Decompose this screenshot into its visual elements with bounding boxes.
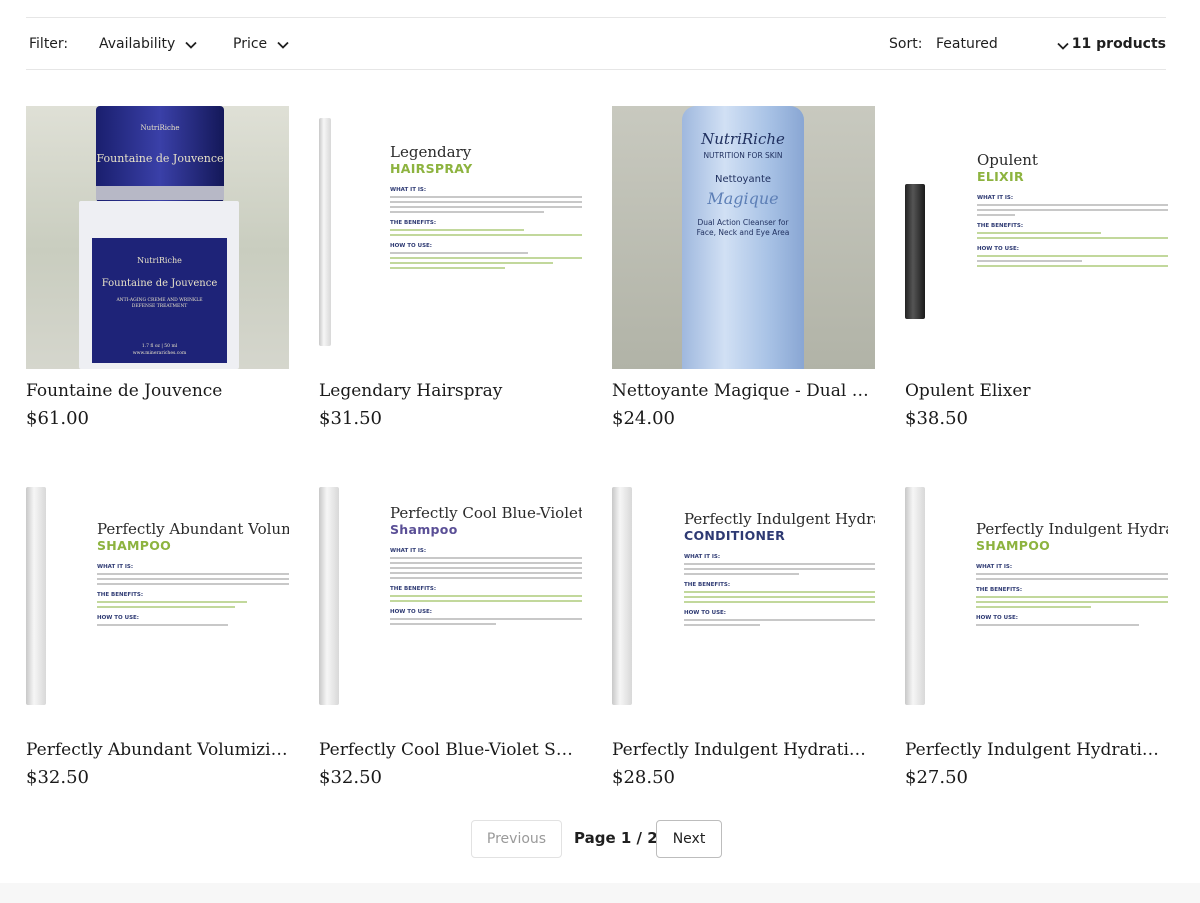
image-section-label: WHAT IT IS: <box>684 554 721 560</box>
image-heading: Perfectly Cool Blue-Violet <box>390 505 582 522</box>
product-title[interactable]: Perfectly Indulgent Hydrating C… <box>612 740 875 760</box>
product-title[interactable]: Fountaine de Jouvence <box>26 381 289 401</box>
box-url-text: www.minerariches.com <box>132 351 187 356</box>
bottle-name-text: Nettoyante <box>714 174 772 185</box>
jar-brand-text: NutriRiche <box>140 124 180 132</box>
box-brand-text: NutriRiche <box>137 256 182 265</box>
product-title[interactable]: Perfectly Abundant Volumizing … <box>26 740 289 760</box>
image-section-label: WHAT IT IS: <box>977 195 1014 201</box>
bottle-tag-text: NUTRITION FOR SKIN <box>703 151 783 160</box>
image-heading: Perfectly Indulgent Hydrating <box>684 511 875 528</box>
sort-select[interactable]: Featured <box>936 18 1070 70</box>
availability-filter-label: Availability <box>99 36 176 52</box>
product-image[interactable]: Opulent ELIXIR WHAT IT IS: THE BENEFITS:… <box>905 106 1168 369</box>
image-section-label: HOW TO USE: <box>684 610 726 616</box>
image-subheading: CONDITIONER <box>684 528 786 543</box>
image-section-label: HOW TO USE: <box>977 246 1019 252</box>
image-heading: Perfectly Abundant Volumizin <box>97 521 289 538</box>
product-image[interactable]: Perfectly Cool Blue-Violet Shampoo WHAT … <box>319 465 582 728</box>
chevron-down-icon <box>184 38 198 52</box>
image-section-label: THE BENEFITS: <box>976 587 1023 593</box>
image-subheading: Shampoo <box>390 522 458 537</box>
next-page-button[interactable]: Next <box>656 820 722 858</box>
image-subheading: ELIXIR <box>977 169 1024 184</box>
product-price: $32.50 <box>26 767 89 788</box>
box-name-text: Fountaine de Jouvence <box>101 278 218 289</box>
image-heading: Opulent <box>977 151 1038 169</box>
image-section-label: HOW TO USE: <box>976 615 1018 621</box>
jar-name-text: Fountaine de Jouvence <box>96 152 224 165</box>
product-title[interactable]: Opulent Elixer <box>905 381 1168 401</box>
box-sub-text: ANTI-AGING CREME AND WRINKLE DEFENSE TRE… <box>116 298 203 309</box>
image-heading: Legendary <box>390 143 472 161</box>
product-card[interactable]: Opulent ELIXIR WHAT IT IS: THE BENEFITS:… <box>905 106 1168 429</box>
product-title[interactable]: Nettoyante Magique - Dual Acti… <box>612 381 875 401</box>
product-card[interactable]: Perfectly Abundant Volumizin SHAMPOO WHA… <box>26 465 289 788</box>
image-section-label: HOW TO USE: <box>97 615 139 621</box>
filter-label: Filter: <box>29 36 69 52</box>
image-subheading: SHAMPOO <box>976 538 1051 553</box>
product-card[interactable]: Perfectly Cool Blue-Violet Shampoo WHAT … <box>319 465 582 788</box>
product-image[interactable]: Perfectly Abundant Volumizin SHAMPOO WHA… <box>26 465 289 728</box>
product-image[interactable]: Perfectly Indulgent Hydrating SHAMPOO WH… <box>905 465 1168 728</box>
product-price: $31.50 <box>319 408 382 429</box>
product-image[interactable]: NutriRiche Fountaine de Jouvence NutriRi… <box>26 106 289 369</box>
image-section-label: HOW TO USE: <box>390 243 432 249</box>
chevron-down-icon <box>276 38 290 52</box>
product-count: 11 products <box>1071 36 1166 52</box>
product-card[interactable]: Perfectly Indulgent Hydrating CONDITIONE… <box>612 465 875 788</box>
sort-label: Sort: <box>889 36 923 52</box>
bottle-brand-text: NutriRiche <box>701 130 785 148</box>
image-section-label: THE BENEFITS: <box>684 582 731 588</box>
image-section-label: THE BENEFITS: <box>97 592 144 598</box>
image-section-label: WHAT IT IS: <box>390 187 427 193</box>
image-section-label: THE BENEFITS: <box>977 223 1024 229</box>
pagination: Previous Page 1 / 2 Next <box>0 820 1200 858</box>
filter-sort-bar: Filter: Availability Price Sort: Feature… <box>26 17 1166 70</box>
product-title[interactable]: Perfectly Indulgent Hydrating S… <box>905 740 1168 760</box>
bottle-script-text: Magique <box>707 189 779 208</box>
product-image[interactable]: Perfectly Indulgent Hydrating CONDITIONE… <box>612 465 875 728</box>
product-card[interactable]: NutriRiche NUTRITION FOR SKIN Nettoyante… <box>612 106 875 429</box>
image-subheading: HAIRSPRAY <box>390 161 473 176</box>
image-section-label: HOW TO USE: <box>390 609 432 615</box>
product-price: $24.00 <box>612 408 675 429</box>
image-section-label: WHAT IT IS: <box>390 548 427 554</box>
previous-page-button[interactable]: Previous <box>471 820 562 858</box>
product-card[interactable]: NutriRiche Fountaine de Jouvence NutriRi… <box>26 106 289 429</box>
price-filter-label: Price <box>233 36 268 52</box>
product-price: $27.50 <box>905 767 968 788</box>
availability-filter-dropdown[interactable]: Availability <box>99 18 198 70</box>
product-price: $32.50 <box>319 767 382 788</box>
chevron-down-icon <box>1056 39 1070 53</box>
product-price: $28.50 <box>612 767 675 788</box>
product-image[interactable]: Legendary HAIRSPRAY WHAT IT IS: THE BENE… <box>319 106 582 369</box>
image-section-label: WHAT IT IS: <box>976 564 1013 570</box>
product-card[interactable]: Perfectly Indulgent Hydrating SHAMPOO WH… <box>905 465 1168 788</box>
bottle-desc-text: Dual Action Cleanser for Face, Neck and … <box>696 218 790 237</box>
product-price: $61.00 <box>26 408 89 429</box>
image-heading: Perfectly Indulgent Hydrating <box>976 521 1168 538</box>
image-section-label: WHAT IT IS: <box>97 564 134 570</box>
product-image[interactable]: NutriRiche NUTRITION FOR SKIN Nettoyante… <box>612 106 875 369</box>
sort-selected-value: Featured <box>936 36 998 52</box>
page-indicator: Page 1 / 2 <box>574 829 658 847</box>
price-filter-dropdown[interactable]: Price <box>233 18 290 70</box>
product-price: $38.50 <box>905 408 968 429</box>
box-size-text: 1.7 fl oz | 50 ml <box>141 344 178 349</box>
image-section-label: THE BENEFITS: <box>390 586 437 592</box>
image-section-label: THE BENEFITS: <box>390 220 437 226</box>
product-title[interactable]: Legendary Hairspray <box>319 381 582 401</box>
footer-edge <box>0 883 1200 903</box>
product-card[interactable]: Legendary HAIRSPRAY WHAT IT IS: THE BENE… <box>319 106 582 429</box>
image-subheading: SHAMPOO <box>97 538 172 553</box>
product-title[interactable]: Perfectly Cool Blue-Violet Sham… <box>319 740 582 760</box>
